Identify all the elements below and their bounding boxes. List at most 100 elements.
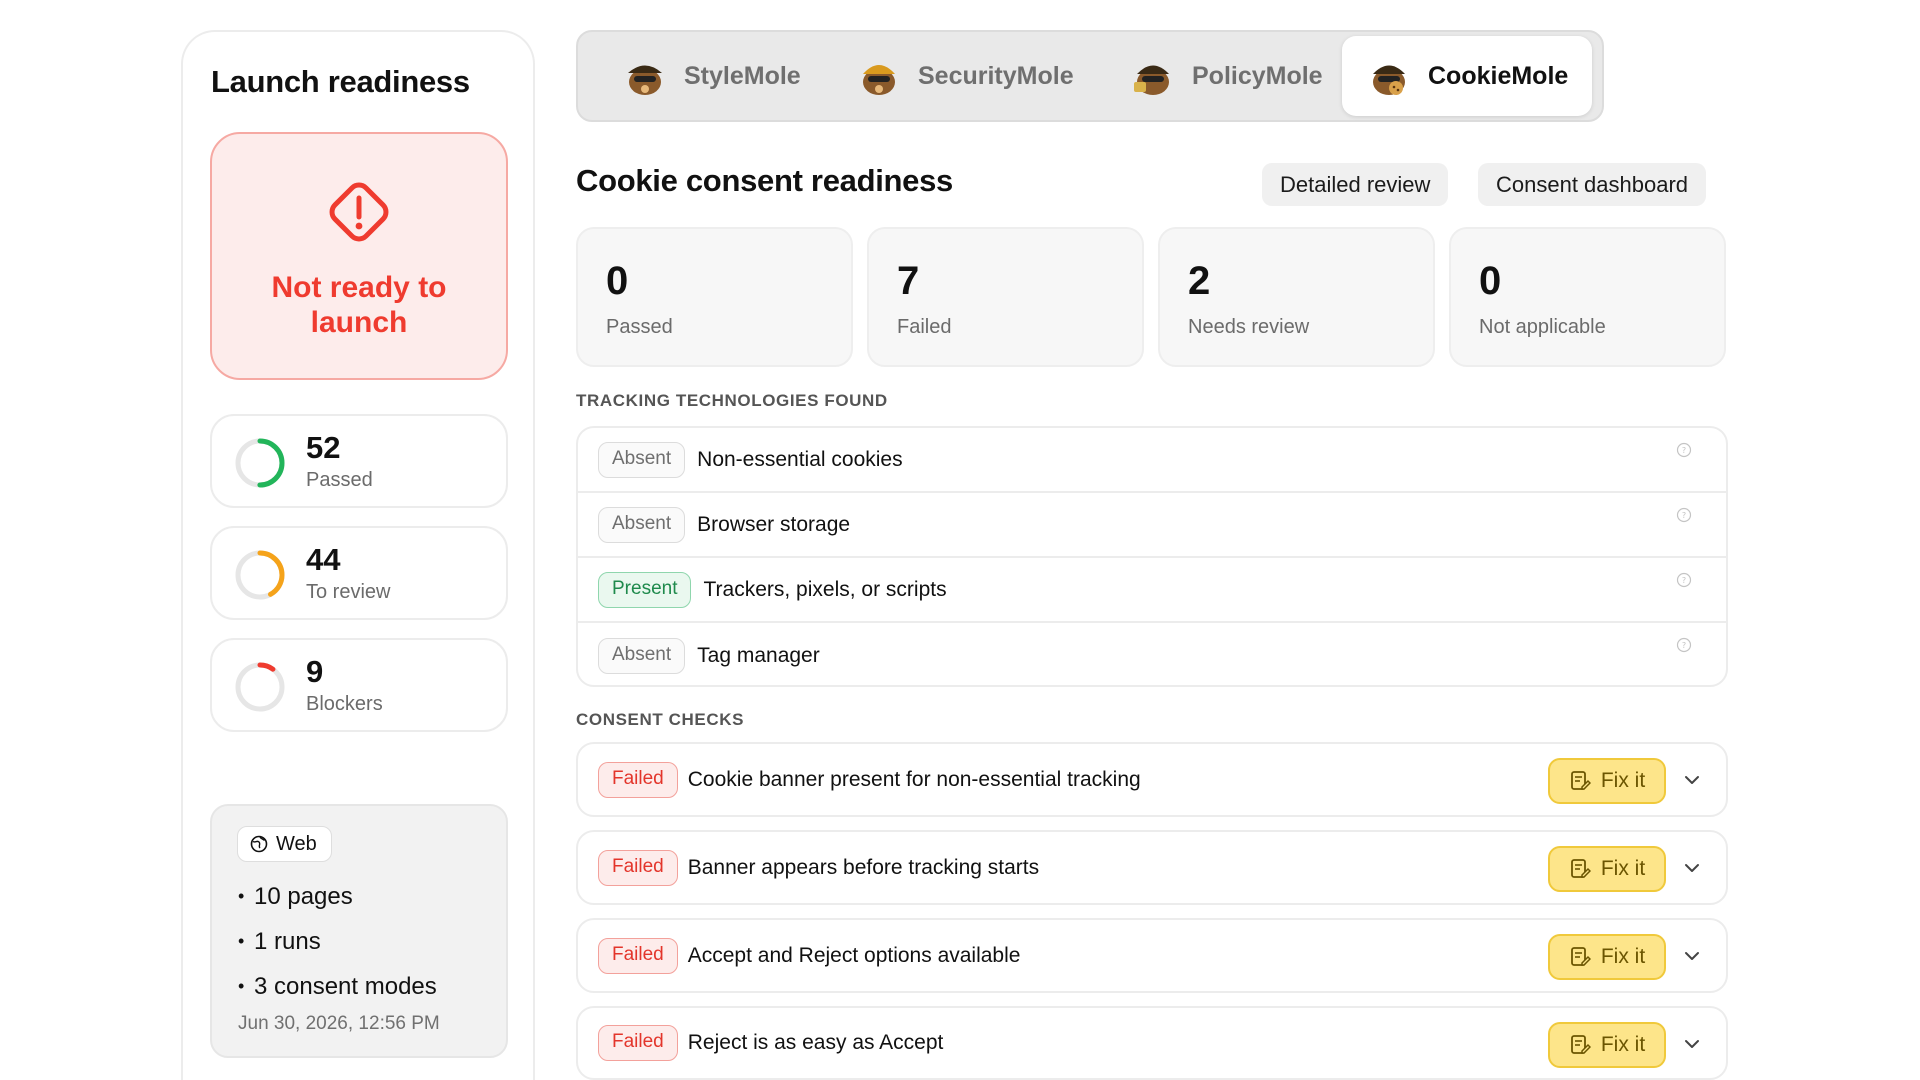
consent-check-row[interactable]: Failed Cookie banner present for non-ess…: [576, 742, 1728, 817]
document-edit-icon: [1570, 947, 1591, 966]
progress-ring-icon: [235, 662, 285, 712]
metric-to-review[interactable]: 44 To review: [210, 526, 508, 620]
tracking-row: Absent Tag manager ?: [578, 623, 1726, 685]
launch-status-text: Not ready to launch: [271, 271, 447, 339]
stat-value: 2: [1188, 259, 1211, 303]
tracking-name: Non-essential cookies: [697, 447, 903, 471]
check-name: Accept and Reject options available: [687, 943, 1021, 967]
detailed-review-button[interactable]: Detailed review: [1262, 163, 1449, 206]
stat-failed: 7 Failed: [867, 227, 1144, 367]
consent-check-row[interactable]: Failed Accept and Reject options availab…: [576, 918, 1728, 993]
tracking-row: Absent Non-essential cookies ?: [578, 428, 1726, 493]
svg-text:?: ?: [1682, 576, 1686, 585]
document-edit-icon: [1570, 771, 1591, 790]
chevron-down-icon[interactable]: [1682, 770, 1702, 790]
tab-securitymole[interactable]: SecurityMole: [832, 36, 1098, 116]
metric-passed[interactable]: 52 Passed: [210, 414, 508, 508]
fix-it-button[interactable]: Fix it: [1548, 934, 1666, 980]
stat-not-applicable: 0 Not applicable: [1449, 227, 1726, 367]
fix-it-button[interactable]: Fix it: [1548, 846, 1666, 892]
launch-readiness-panel: Launch readiness Not ready to launch 52 …: [181, 30, 535, 1080]
consent-check-row[interactable]: Failed Reject is as easy as Accept Fix i…: [576, 1006, 1728, 1080]
fix-it-button[interactable]: Fix it: [1548, 758, 1666, 804]
sidebar-title: Launch readiness: [211, 64, 470, 99]
meta-item: 3 consent modes: [238, 964, 437, 1009]
warning-diamond-icon: [329, 182, 389, 242]
chevron-down-icon[interactable]: [1682, 946, 1702, 966]
help-icon[interactable]: ?: [1676, 637, 1692, 653]
check-name: Cookie banner present for non-essential …: [687, 767, 1141, 791]
status-badge: Failed: [598, 849, 678, 886]
metric-label: Passed: [306, 469, 373, 491]
run-date: Jun 30, 2026, 12:56 PM: [238, 1013, 440, 1034]
tab-label: StyleMole: [684, 61, 801, 90]
consent-check-row[interactable]: Failed Banner appears before tracking st…: [576, 830, 1728, 905]
document-edit-icon: [1570, 859, 1591, 878]
help-icon[interactable]: ?: [1676, 572, 1692, 588]
status-badge: Failed: [598, 761, 678, 798]
stat-label: Passed: [606, 316, 673, 338]
platform-label: Web: [276, 832, 317, 855]
mole-icon: [1134, 65, 1169, 95]
launch-status-card: Not ready to launch: [210, 132, 508, 380]
status-badge: Absent: [598, 637, 686, 674]
tab-cookiemole[interactable]: CookieMole: [1342, 36, 1593, 116]
metric-value: 9: [306, 654, 324, 689]
tracking-name: Tag manager: [697, 643, 820, 667]
page-title: Cookie consent readiness: [576, 163, 953, 198]
metric-blockers[interactable]: 9 Blockers: [210, 638, 508, 732]
svg-text:?: ?: [1682, 511, 1686, 520]
fix-it-label: Fix it: [1600, 857, 1646, 880]
stat-value: 0: [1479, 259, 1502, 303]
meta-item: 1 runs: [238, 919, 437, 964]
tracking-name: Trackers, pixels, or scripts: [703, 577, 947, 601]
chevron-down-icon[interactable]: [1682, 1034, 1702, 1054]
stat-label: Needs review: [1188, 316, 1310, 338]
chevron-down-icon[interactable]: [1682, 858, 1702, 878]
metric-label: To review: [306, 581, 391, 603]
fix-it-label: Fix it: [1600, 1033, 1646, 1056]
stat-label: Not applicable: [1479, 316, 1606, 338]
help-icon[interactable]: ?: [1676, 442, 1692, 458]
tracking-row: Absent Browser storage ?: [578, 493, 1726, 558]
run-meta-card: Web 10 pages 1 runs 3 consent modes Jun …: [210, 804, 508, 1058]
status-badge: Absent: [598, 506, 686, 543]
document-edit-icon: [1570, 1035, 1591, 1054]
fix-it-label: Fix it: [1600, 945, 1646, 968]
tracking-row: Present Trackers, pixels, or scripts ?: [578, 558, 1726, 623]
run-meta-list: 10 pages 1 runs 3 consent modes: [238, 874, 437, 1009]
check-name: Reject is as easy as Accept: [687, 1031, 944, 1054]
status-badge: Failed: [598, 1025, 678, 1061]
status-badge: Present: [598, 571, 692, 608]
tab-policymole[interactable]: PolicyMole: [1106, 36, 1347, 116]
svg-text:?: ?: [1682, 446, 1686, 455]
status-badge: Failed: [598, 937, 678, 974]
help-icon[interactable]: ?: [1676, 507, 1692, 523]
globe-icon: [250, 835, 268, 853]
stat-value: 0: [606, 259, 629, 303]
tab-label: CookieMole: [1428, 61, 1569, 90]
fix-it-button[interactable]: Fix it: [1548, 1022, 1666, 1068]
svg-text:?: ?: [1682, 641, 1686, 650]
mole-icon: [628, 65, 662, 95]
metric-label: Blockers: [306, 693, 383, 715]
status-badge: Absent: [598, 441, 686, 478]
check-name: Banner appears before tracking starts: [687, 855, 1040, 879]
stat-passed: 0 Passed: [576, 227, 853, 367]
platform-badge: Web: [237, 826, 332, 862]
stat-label: Failed: [897, 316, 952, 338]
tab-stylemole[interactable]: StyleMole: [598, 36, 825, 116]
meta-item: 10 pages: [238, 874, 437, 919]
consent-dashboard-button[interactable]: Consent dashboard: [1478, 163, 1707, 206]
tab-label: PolicyMole: [1192, 61, 1323, 90]
mole-icon: [1373, 65, 1405, 95]
mole-icon: [863, 65, 895, 95]
stat-value: 7: [897, 259, 920, 303]
stat-needs-review: 2 Needs review: [1158, 227, 1435, 367]
metric-value: 44: [306, 542, 341, 577]
tracking-section-label: TRACKING TECHNOLOGIES FOUND: [576, 391, 888, 410]
tab-label: SecurityMole: [918, 61, 1074, 90]
metric-value: 52: [306, 430, 341, 465]
consent-section-label: CONSENT CHECKS: [576, 710, 745, 729]
mole-tabs: StyleMole SecurityMole PolicyMole Cookie…: [576, 30, 1604, 122]
